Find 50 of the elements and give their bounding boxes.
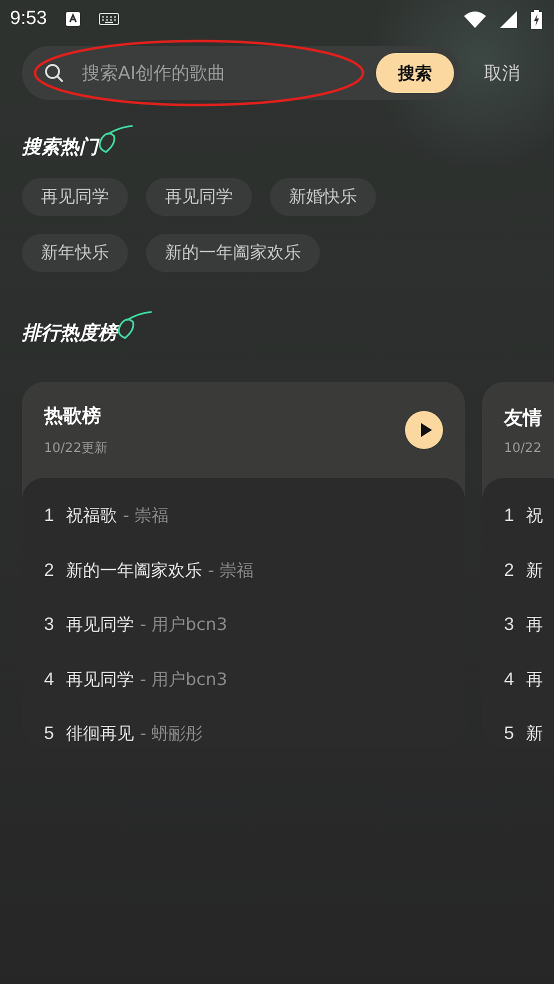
section-title: 排行热度榜 [22, 320, 117, 346]
rank-number: 3 [504, 614, 514, 635]
cancel-link[interactable]: 取消 [484, 61, 520, 85]
song-title[interactable]: 再见同学 [66, 668, 134, 690]
rank-number: 5 [504, 723, 514, 744]
search-field[interactable]: 搜索AI创作的歌曲 [44, 62, 376, 84]
song-title[interactable]: 新的一年阖家欢乐 [66, 558, 202, 582]
rank-number: 1 [44, 505, 54, 526]
search-button[interactable]: 搜索 [376, 53, 454, 93]
signal-icon [500, 10, 517, 28]
song-artist: - 蚒彨彤 [140, 723, 203, 745]
status-time: 9:53 [10, 8, 47, 30]
search-tag[interactable]: 再见同学 [22, 178, 128, 216]
song-title[interactable]: 徘徊再见 [66, 722, 134, 745]
song-artist: - 用户bcn3 [140, 668, 228, 690]
play-icon [420, 423, 432, 437]
rank-number: 2 [44, 560, 54, 580]
wifi-icon [464, 10, 486, 28]
search-icon [44, 63, 64, 83]
update-date: 10/22 [504, 440, 542, 456]
song-title[interactable]: 新 [526, 558, 543, 582]
rank-number: 4 [504, 668, 514, 690]
song-title[interactable]: 再 [526, 668, 543, 690]
rank-number: 4 [44, 668, 54, 690]
chart-card[interactable]: 友情 10/22 1 祝 2 新 3 再 4 再 5 新 [482, 382, 554, 746]
keyboard-icon [98, 13, 119, 25]
song-title[interactable]: 再 [526, 613, 543, 636]
rank-number: 3 [44, 614, 54, 635]
text-input-icon [64, 11, 81, 27]
section-title: 搜索热门 [22, 135, 98, 160]
rank-number: 5 [44, 723, 54, 744]
chart-name: 热歌榜 [44, 404, 102, 429]
search-tag[interactable]: 新婚快乐 [270, 178, 376, 216]
song-title[interactable]: 再见同学 [66, 613, 134, 636]
rank-number: 1 [504, 505, 514, 526]
search-tag[interactable]: 再见同学 [146, 178, 252, 216]
song-artist: - 崇福 [208, 560, 254, 582]
search-tag[interactable]: 新的一年阖家欢乐 [146, 234, 320, 272]
chart-name: 友情 [504, 406, 543, 430]
update-date: 10/22更新 [44, 440, 108, 457]
song-artist: - 用户bcn3 [140, 614, 228, 636]
play-button[interactable] [405, 411, 443, 449]
search-tag[interactable]: 新年快乐 [22, 234, 128, 272]
song-title[interactable]: 祝 [526, 504, 543, 527]
song-title[interactable]: 新 [526, 722, 543, 745]
battery-icon [531, 10, 542, 28]
rank-number: 2 [504, 560, 514, 580]
song-title[interactable]: 祝福歌 [66, 504, 117, 527]
chart-card[interactable]: 热歌榜 10/22更新 1 祝福歌 - 崇福 2 新的一年阖家欢乐 - 崇福 3 再见同学 - 用户bcn3 4 再见同学 - 用户bcn3 5 徘徊再见 - 蚒彨彤 [22, 382, 465, 746]
song-artist: - 崇福 [123, 505, 169, 527]
